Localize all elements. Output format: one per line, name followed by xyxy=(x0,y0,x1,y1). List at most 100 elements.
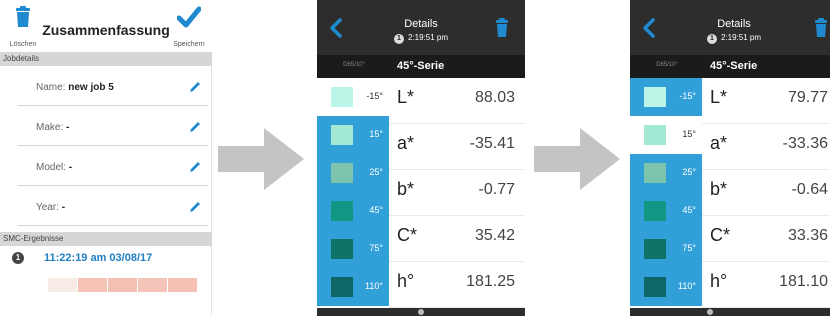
details-screen-b: Details 1 2:19:51 pm D65/10° 45°-Serie -1… xyxy=(630,0,830,316)
angle-color-swatch xyxy=(331,201,353,221)
angle-color-swatch xyxy=(331,87,353,107)
angle-label: 110° xyxy=(678,281,696,291)
angle-item[interactable]: 75° xyxy=(630,230,702,268)
angle-item[interactable]: 110° xyxy=(317,268,389,306)
angle-item[interactable]: 25° xyxy=(630,154,702,192)
value-row: b* -0.64 xyxy=(702,170,830,216)
angle-color-swatch xyxy=(331,239,353,259)
value-name: h° xyxy=(397,271,415,291)
value-name: b* xyxy=(397,179,415,199)
smc-result-row[interactable]: 1 11:22:19 am 03/08/17 xyxy=(0,250,212,274)
value-name: a* xyxy=(397,133,415,153)
angle-label: 45° xyxy=(369,205,383,215)
angle-label: -15° xyxy=(366,91,383,101)
trash-icon[interactable] xyxy=(495,18,509,38)
smc-section-header: SMC-Ergebnisse xyxy=(0,232,212,246)
value-row: C* 35.42 xyxy=(389,216,525,262)
angle-item[interactable]: 45° xyxy=(317,192,389,230)
name-field-label: Name: xyxy=(36,82,69,93)
value-name: b* xyxy=(710,179,728,199)
name-field: Name: new job 5 xyxy=(36,82,114,93)
make-field-label: Make: xyxy=(36,122,67,133)
name-field-value: new job 5 xyxy=(68,82,114,93)
summary-screen: Löschen Zusammenfassung Speichern Jobdet… xyxy=(0,0,212,316)
series-bar: D65/10° 45°-Serie xyxy=(630,55,830,78)
angle-label: 75° xyxy=(682,243,696,253)
page-dot xyxy=(707,309,713,315)
result-color-swatches xyxy=(48,278,198,292)
arrow-right-icon xyxy=(218,128,304,190)
angle-item[interactable]: 45° xyxy=(630,192,702,230)
value-name: h° xyxy=(710,271,728,291)
color-swatch xyxy=(168,278,198,292)
color-swatch xyxy=(138,278,168,292)
angle-list: -15° 15° 25° 45° 75° 110° xyxy=(630,78,702,316)
value-number: 35.42 xyxy=(474,227,515,244)
value-row: h° 181.25 xyxy=(389,262,525,308)
value-number: 88.03 xyxy=(474,89,515,106)
value-number: -0.77 xyxy=(478,181,515,198)
page-indicator xyxy=(317,308,525,316)
jobdetails-section-header: Jobdetails xyxy=(0,52,212,66)
angle-item[interactable]: 15° xyxy=(630,116,702,154)
value-number: 33.36 xyxy=(787,227,828,244)
series-bar: D65/10° 45°-Serie xyxy=(317,55,525,78)
angle-color-swatch xyxy=(644,239,666,259)
make-field-value: - xyxy=(66,122,70,133)
value-row: h° 181.10 xyxy=(702,262,830,308)
angle-color-swatch xyxy=(331,277,353,297)
measurement-time: 2:19:51 pm xyxy=(720,33,762,42)
pencil-icon[interactable] xyxy=(188,80,202,94)
details-screen-a: Details 1 2:19:51 pm D65/10° 45°-Serie -1… xyxy=(317,0,525,316)
page-dot xyxy=(418,309,424,315)
pencil-icon[interactable] xyxy=(188,160,202,174)
angle-label: 75° xyxy=(369,243,383,253)
model-field-row[interactable]: Model: - xyxy=(18,150,208,186)
value-number: 181.25 xyxy=(466,273,515,290)
value-name: L* xyxy=(397,87,415,107)
angle-color-swatch xyxy=(644,201,666,221)
model-field: Model: - xyxy=(36,162,72,173)
angle-label: -15° xyxy=(679,91,696,101)
angle-item[interactable]: 15° xyxy=(317,116,389,154)
color-swatch xyxy=(108,278,138,292)
angle-label: 25° xyxy=(369,167,383,177)
measurement-number-badge: 1 xyxy=(706,34,717,44)
value-name: C* xyxy=(710,225,731,245)
make-field-row[interactable]: Make: - xyxy=(18,110,208,146)
series-label: 45°-Serie xyxy=(710,60,758,72)
angle-label: 25° xyxy=(682,167,696,177)
value-name: a* xyxy=(710,133,728,153)
angle-label: 15° xyxy=(369,129,383,139)
year-field-value: - xyxy=(61,202,66,213)
pencil-icon[interactable] xyxy=(188,120,202,134)
checkmark-icon xyxy=(177,6,201,28)
series-label: 45°-Serie xyxy=(397,60,445,72)
trash-icon[interactable] xyxy=(814,18,828,38)
illuminant-label: D65/10° xyxy=(343,62,365,68)
value-name: C* xyxy=(397,225,418,245)
name-field-row[interactable]: Name: new job 5 xyxy=(18,70,208,106)
angle-label: 110° xyxy=(365,281,383,291)
measurement-number-badge: 1 xyxy=(393,34,404,44)
value-number: -33.36 xyxy=(782,135,828,152)
value-list: L* 79.77 a* -33.36 b* -0.64 C* 33.36 h° 181.10 xyxy=(702,78,830,316)
year-field-row[interactable]: Year: - xyxy=(18,190,208,226)
angle-item[interactable]: 110° xyxy=(630,268,702,306)
details-subtitle: 1 2:19:51 pm xyxy=(630,33,830,44)
pencil-icon[interactable] xyxy=(188,200,202,214)
save-label: Speichern xyxy=(173,41,205,48)
save-button[interactable]: Speichern xyxy=(168,4,210,50)
angle-item[interactable]: 25° xyxy=(317,154,389,192)
delete-label: Löschen xyxy=(9,41,37,48)
angle-color-swatch xyxy=(644,87,666,107)
angle-item[interactable]: -15° xyxy=(630,78,702,116)
year-field-label: Year: xyxy=(36,202,62,213)
angle-color-swatch xyxy=(644,277,666,297)
angle-label: 45° xyxy=(682,205,696,215)
angle-item[interactable]: -15° xyxy=(317,78,389,116)
angle-item[interactable]: 75° xyxy=(317,230,389,268)
value-number: 181.10 xyxy=(779,273,828,290)
value-number: -0.64 xyxy=(791,181,828,198)
arrow-right-icon xyxy=(534,128,620,190)
